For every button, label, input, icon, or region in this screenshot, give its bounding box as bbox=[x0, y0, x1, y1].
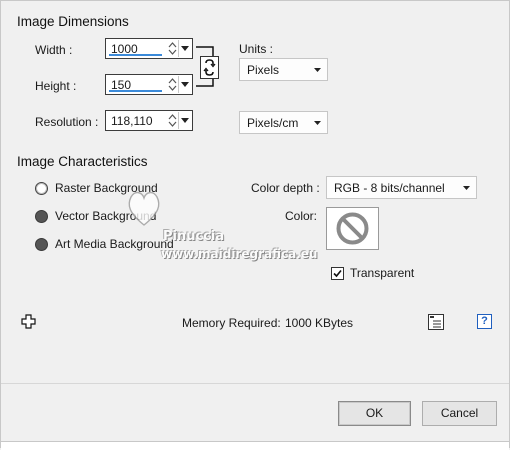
width-input-underline bbox=[109, 54, 162, 56]
bottom-strip bbox=[1, 441, 509, 450]
help-icon[interactable]: ? bbox=[477, 314, 492, 329]
vector-background-radio[interactable] bbox=[35, 209, 48, 223]
watermark-name: Pinuccia bbox=[163, 229, 225, 244]
info-panel-icon[interactable] bbox=[428, 314, 444, 330]
width-dropdown-icon[interactable] bbox=[178, 40, 191, 57]
height-input-underline bbox=[109, 90, 162, 92]
height-dropdown-icon[interactable] bbox=[178, 76, 191, 93]
ok-button[interactable]: OK bbox=[338, 401, 411, 426]
color-depth-dropdown[interactable]: RGB - 8 bits/channel bbox=[326, 176, 477, 199]
resolution-value: 118,110 bbox=[111, 114, 153, 128]
resolution-spin-arrows-icon[interactable] bbox=[167, 112, 178, 129]
units-chevron-down-icon bbox=[314, 68, 321, 72]
units-label: Units : bbox=[239, 42, 274, 56]
watermark-url: www.maidiregrafica.eu bbox=[161, 247, 318, 261]
units-value: Pixels bbox=[247, 63, 280, 77]
resolution-label: Resolution : bbox=[35, 115, 99, 129]
transparent-label: Transparent bbox=[350, 266, 415, 280]
art-media-background-radio[interactable] bbox=[35, 237, 48, 251]
resolution-units-dropdown[interactable]: Pixels/cm bbox=[239, 111, 328, 134]
height-spin-arrows-icon[interactable] bbox=[167, 76, 178, 93]
crosshair-icon[interactable] bbox=[21, 314, 36, 329]
resolution-dropdown-icon[interactable] bbox=[178, 112, 191, 129]
aspect-ratio-lock-icon[interactable] bbox=[200, 56, 219, 79]
checkmark-icon bbox=[333, 269, 342, 277]
footer-divider bbox=[1, 383, 509, 384]
image-dimensions-title: Image Dimensions bbox=[17, 14, 129, 29]
watermark: Pinuccia www.maidiregrafica.eu bbox=[127, 187, 347, 269]
memory-required-label: Memory Required: bbox=[182, 316, 281, 330]
units-dropdown[interactable]: Pixels bbox=[239, 58, 328, 81]
raster-background-radio[interactable] bbox=[35, 181, 48, 195]
resolution-units-value: Pixels/cm bbox=[247, 116, 299, 130]
cancel-button[interactable]: Cancel bbox=[422, 401, 497, 426]
resolution-units-chevron-down-icon bbox=[314, 121, 321, 125]
memory-required-value: 1000 KBytes bbox=[285, 316, 354, 330]
new-image-dialog: Image Dimensions Width : 1000 Height : 1… bbox=[0, 0, 510, 450]
watermark-heart-logo bbox=[128, 191, 160, 226]
color-depth-value: RGB - 8 bits/channel bbox=[334, 181, 445, 195]
resolution-input[interactable]: 118,110 bbox=[105, 110, 193, 131]
width-label: Width : bbox=[35, 43, 73, 57]
height-label: Height : bbox=[35, 79, 77, 93]
width-spin-arrows-icon[interactable] bbox=[167, 40, 178, 57]
width-input[interactable]: 1000 bbox=[105, 38, 193, 59]
color-depth-chevron-down-icon bbox=[463, 186, 470, 190]
image-characteristics-title: Image Characteristics bbox=[17, 154, 148, 169]
height-input[interactable]: 150 bbox=[105, 74, 193, 95]
